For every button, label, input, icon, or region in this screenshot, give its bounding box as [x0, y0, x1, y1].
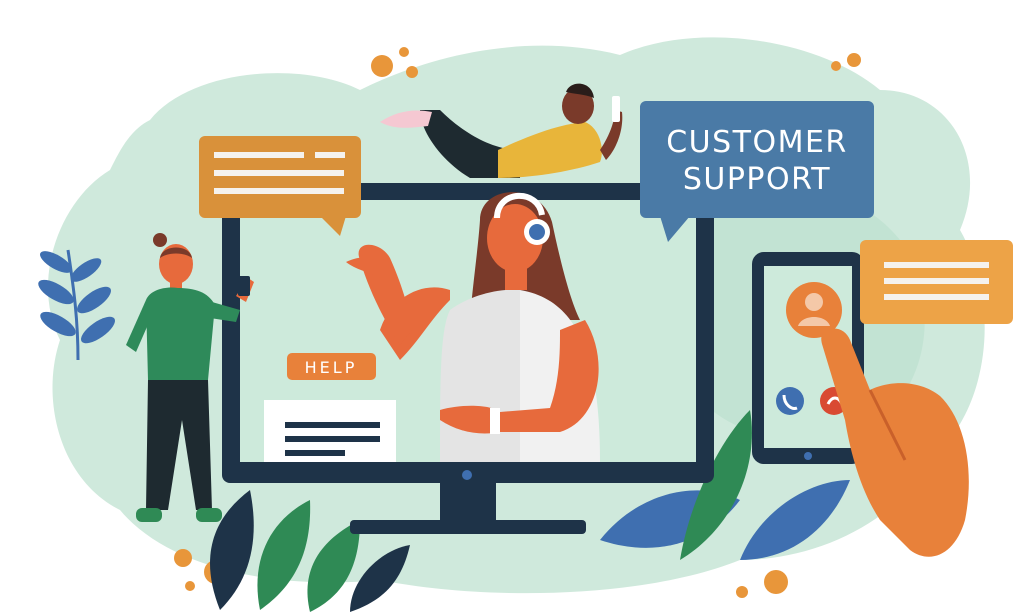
phone-accept-icon	[776, 387, 804, 415]
decor-dot	[371, 55, 393, 77]
customer-support-illustration: HELP CUSTOMER SUPPORT	[0, 0, 1013, 615]
chat-bubble-right	[860, 240, 1013, 324]
decor-dot	[847, 53, 861, 67]
help-tag: HELP	[287, 353, 376, 380]
decor-dot	[406, 66, 418, 78]
smartphone-icon	[612, 96, 620, 122]
decor-dot	[174, 549, 192, 567]
decor-dot	[831, 61, 841, 71]
banner-line-1: CUSTOMER	[666, 125, 848, 160]
banner-line-2: SUPPORT	[683, 162, 831, 197]
message-card	[264, 400, 396, 462]
help-label: HELP	[305, 358, 358, 377]
smartphone-icon	[238, 276, 250, 296]
decor-dot	[185, 581, 195, 591]
decor-dot	[399, 47, 409, 57]
decor-dot	[764, 570, 788, 594]
decor-dot	[736, 586, 748, 598]
illustration-canvas: HELP CUSTOMER SUPPORT	[38, 37, 1013, 612]
